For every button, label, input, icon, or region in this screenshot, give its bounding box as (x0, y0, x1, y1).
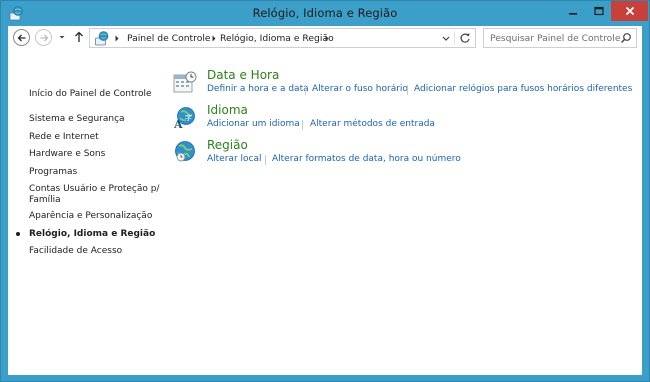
search-box[interactable] (483, 28, 637, 48)
window-frame: Relógio, Idioma e Região Painel de Contr… (0, 0, 650, 382)
close-button[interactable] (611, 1, 648, 21)
calendar-clock-icon[interactable] (173, 71, 197, 95)
up-arrow-icon[interactable] (72, 30, 86, 44)
search-input[interactable] (490, 32, 620, 45)
sidebar-item-user-accounts[interactable]: Contas Usuário e Proteção p/ (29, 184, 159, 195)
sidebar-item-user-accounts-cont[interactable]: Família (29, 195, 61, 206)
region-globe-icon[interactable] (173, 139, 197, 163)
svg-text:字: 字 (185, 113, 192, 122)
link-add-clocks[interactable]: Adicionar relógios para fusos horários d… (414, 84, 632, 94)
title-bar[interactable]: Relógio, Idioma e Região (1, 1, 649, 25)
navigation-bar: Painel de Controle Relógio, Idioma e Reg… (8, 26, 642, 50)
active-bullet (16, 232, 20, 236)
link-separator (407, 85, 408, 95)
breadcrumb-control-panel[interactable]: Painel de Controle (127, 33, 211, 44)
sidebar-item-control-panel-home[interactable]: Início do Painel de Controle (29, 89, 152, 100)
svg-text:A: A (173, 118, 183, 130)
maximize-icon (593, 6, 604, 16)
maximize-button[interactable] (586, 1, 611, 21)
chevron-down-icon[interactable] (57, 32, 67, 42)
minimize-button[interactable] (560, 1, 586, 21)
link-change-input-methods[interactable]: Alterar métodos de entrada (310, 119, 435, 129)
address-bar[interactable]: Painel de Controle Relógio, Idioma e Reg… (89, 28, 476, 48)
link-separator (302, 120, 303, 130)
address-divider (454, 31, 455, 45)
client-area: Painel de Controle Relógio, Idioma e Reg… (8, 26, 642, 375)
sidebar-item-clock-language-region[interactable]: Relógio, Idioma e Região (29, 229, 155, 240)
window-title: Relógio, Idioma e Região (252, 6, 398, 20)
category-title-region[interactable]: Região (207, 138, 248, 152)
sidebar-item-system-security[interactable]: Sistema e Segurança (29, 114, 125, 125)
chevron-right-icon[interactable] (210, 34, 218, 43)
category-title-date-time[interactable]: Data e Hora (207, 68, 279, 82)
search-icon[interactable] (620, 32, 632, 44)
sidebar-item-appearance[interactable]: Aparência e Personalização (29, 211, 152, 222)
sidebar-item-hardware-sound[interactable]: Hardware e Sons (29, 149, 105, 160)
minimize-icon (569, 13, 577, 15)
link-change-formats[interactable]: Alterar formatos de data, hora ou número (272, 154, 461, 164)
category-title-language[interactable]: Idioma (207, 103, 248, 117)
breadcrumb-clock-language-region[interactable]: Relógio, Idioma e Região (220, 33, 334, 44)
back-arrow-icon (17, 34, 25, 41)
close-icon (625, 6, 634, 16)
chevron-right-icon[interactable] (323, 34, 331, 43)
forward-button[interactable] (35, 29, 52, 46)
control-panel-icon (95, 31, 109, 46)
refresh-icon[interactable] (458, 31, 472, 45)
language-globe-icon[interactable]: A 字 (173, 106, 197, 130)
chevron-down-icon[interactable] (441, 34, 451, 43)
link-separator (305, 85, 306, 95)
link-change-location[interactable]: Alterar local (207, 154, 261, 164)
sidebar-item-network-internet[interactable]: Rede e Internet (29, 132, 99, 143)
chevron-right-icon[interactable] (113, 34, 121, 43)
link-separator (265, 155, 266, 165)
link-add-language[interactable]: Adicionar um idioma (207, 119, 300, 129)
link-change-time-zone[interactable]: Alterar o fuso horário (312, 84, 408, 94)
forward-arrow-icon (40, 34, 48, 41)
sidebar-item-programs[interactable]: Programas (29, 167, 77, 178)
back-button[interactable] (13, 29, 30, 46)
sidebar-item-ease-of-access[interactable]: Facilidade de Acesso (29, 246, 122, 257)
link-set-time-date[interactable]: Definir a hora e a data (207, 84, 309, 94)
sidebar: Início do Painel de Controle Sistema e S… (8, 50, 159, 375)
